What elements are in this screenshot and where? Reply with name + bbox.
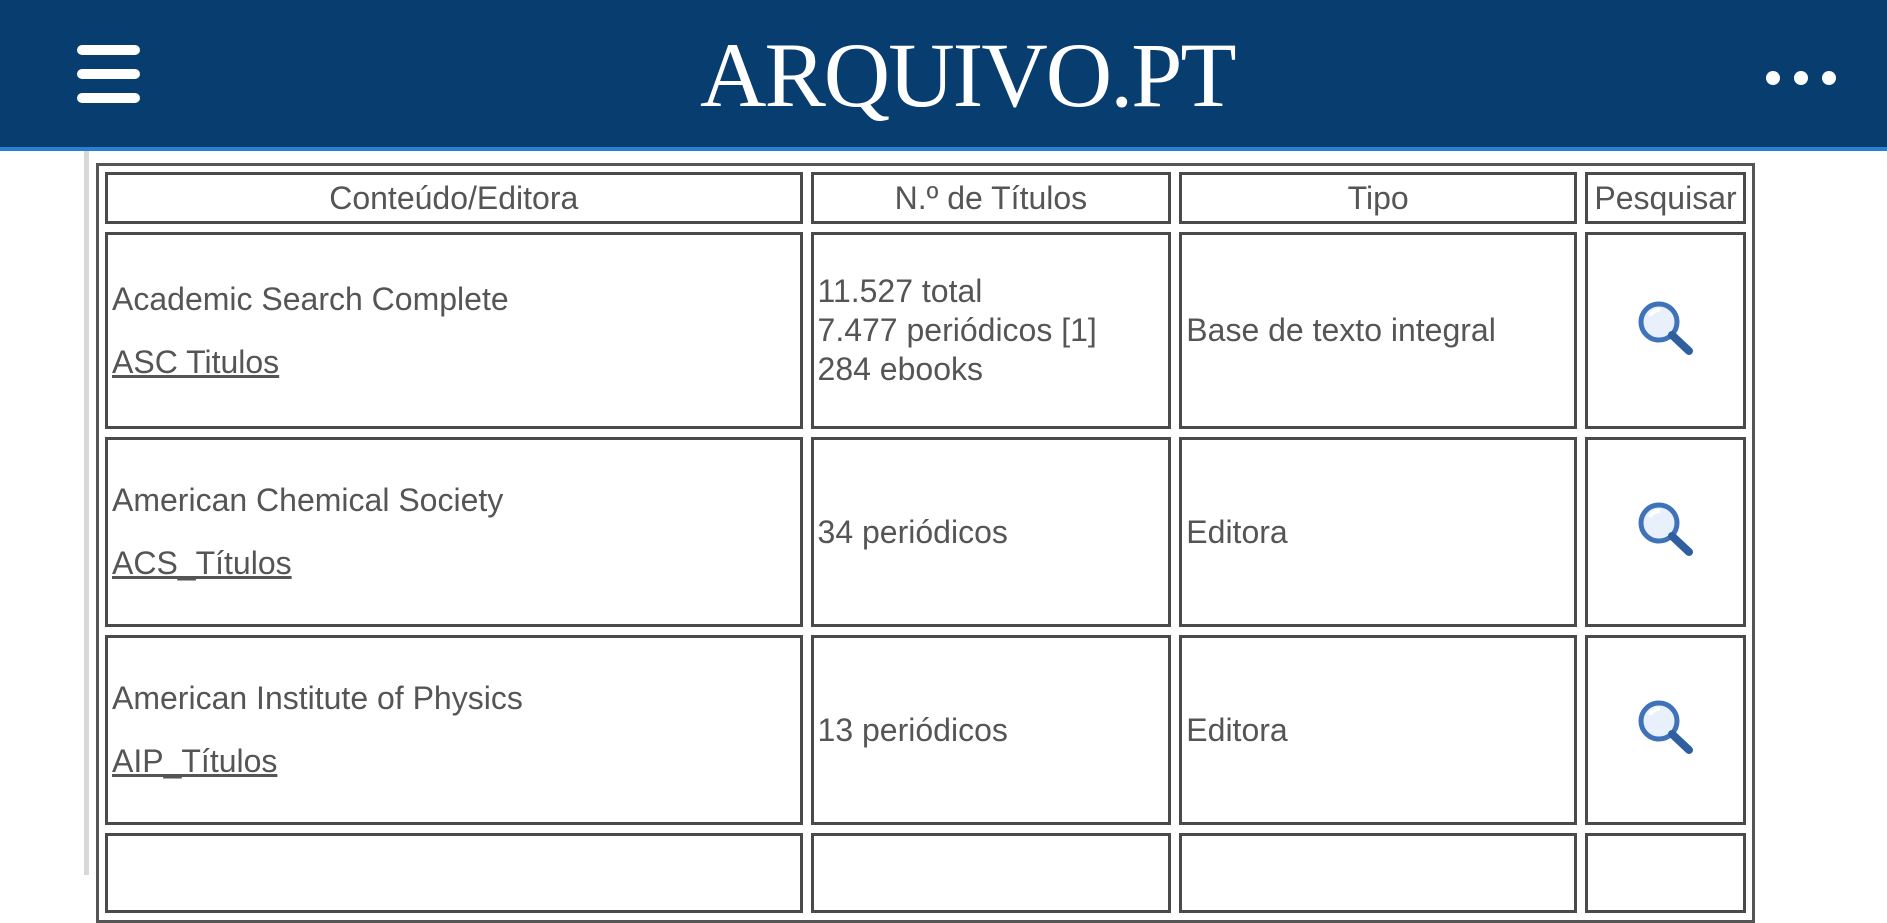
search-icon[interactable] (1635, 500, 1695, 556)
table-row: American Institute of Physics AIP_Título… (105, 635, 1746, 825)
search-cell (1584, 232, 1746, 429)
count-cell: 13 periódicos (810, 635, 1172, 825)
search-cell (1584, 635, 1746, 825)
table-header-row: Conteúdo/Editora N.º de Títulos Tipo Pes… (105, 172, 1746, 224)
search-cell (1584, 833, 1746, 913)
count-line: 284 ebooks (817, 351, 983, 387)
content-cell: American Chemical Society ACS_Títulos (105, 437, 803, 627)
count-cell (810, 833, 1172, 913)
more-options-icon[interactable] (1762, 68, 1840, 88)
site-header: ARQUIVO.PT (0, 0, 1887, 151)
count-cell: 11.527 total 7.477 periódicos [1] 284 eb… (810, 232, 1172, 429)
search-icon[interactable] (1635, 698, 1695, 754)
titles-table-container: Conteúdo/Editora N.º de Títulos Tipo Pes… (96, 163, 1755, 923)
titles-link[interactable]: AIP_Títulos (112, 743, 277, 779)
column-header-content: Conteúdo/Editora (105, 172, 803, 224)
hamburger-menu-icon[interactable] (77, 45, 140, 103)
publisher-name: Academic Search Complete (112, 280, 509, 317)
search-icon[interactable] (1635, 299, 1695, 355)
count-line: 7.477 periódicos [1] (817, 312, 1097, 348)
content-cell (105, 833, 803, 913)
titles-link[interactable]: ASC Titulos (112, 344, 279, 380)
column-header-count: N.º de Títulos (810, 172, 1172, 224)
count-cell: 34 periódicos (810, 437, 1172, 627)
table-row: Academic Search Complete ASC Titulos 11.… (105, 232, 1746, 429)
table-row (105, 833, 1746, 913)
count-line: 34 periódicos (817, 513, 1008, 550)
logo-text: ARQUIVO.PT (700, 24, 1237, 126)
type-cell: Editora (1179, 437, 1577, 627)
count-line: 11.527 total (817, 273, 983, 309)
type-cell (1179, 833, 1577, 913)
publisher-name: American Chemical Society (112, 482, 504, 518)
page-left-border (84, 151, 89, 875)
type-cell: Base de texto integral (1179, 232, 1577, 429)
content-cell: American Institute of Physics AIP_Título… (105, 635, 803, 825)
column-header-search: Pesquisar (1584, 172, 1746, 224)
titles-table: Conteúdo/Editora N.º de Títulos Tipo Pes… (97, 164, 1754, 921)
search-cell (1584, 437, 1746, 627)
count-line: 13 periódicos (817, 711, 1008, 748)
titles-link[interactable]: ACS_Títulos (112, 545, 292, 581)
column-header-type: Tipo (1179, 172, 1577, 224)
content-cell: Academic Search Complete ASC Titulos (105, 232, 803, 429)
site-logo[interactable]: ARQUIVO.PT (700, 20, 1237, 130)
type-cell: Editora (1179, 635, 1577, 825)
table-row: American Chemical Society ACS_Títulos 34… (105, 437, 1746, 627)
publisher-name: American Institute of Physics (112, 680, 523, 716)
